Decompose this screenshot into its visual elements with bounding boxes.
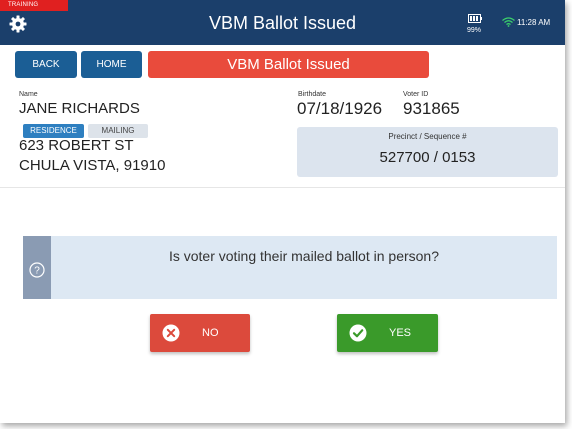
tab-residence[interactable]: RESIDENCE — [23, 124, 84, 138]
birthdate-value: 07/18/1926 — [297, 99, 383, 118]
question-text: Is voter voting their mailed ballot in p… — [168, 248, 440, 264]
yes-label: YES — [389, 327, 412, 339]
voter-name: JANE RICHARDS — [19, 100, 140, 117]
no-button[interactable]: NO — [150, 314, 250, 352]
precinct-panel: Precinct / Sequence # 527700 / 0153 — [297, 127, 558, 177]
yes-button[interactable]: YES — [337, 314, 438, 352]
precinct-value: 527700 / 0153 — [379, 149, 476, 166]
back-button[interactable]: BACK — [15, 51, 77, 78]
wifi-icon — [502, 17, 515, 27]
check-icon — [349, 324, 367, 342]
svg-text:?: ? — [34, 266, 40, 277]
voter-id-label: Voter ID — [403, 91, 429, 98]
battery-percent: 99% — [467, 27, 482, 34]
question-panel: ? Is voter voting their mailed ballot in… — [23, 236, 557, 299]
question-icon: ? — [29, 262, 45, 278]
precinct-label: Precinct / Sequence # — [388, 132, 467, 141]
voter-id-value: 931865 — [403, 99, 460, 118]
training-badge: TRAINING — [0, 0, 68, 11]
name-label: Name — [19, 91, 38, 98]
close-icon — [162, 324, 180, 342]
top-bar: TRAINING VBM Ballot Issued 99% 11:28 AM — [0, 0, 565, 45]
address-line-2: CHULA VISTA, 91910 — [19, 157, 166, 174]
birthdate-label: Birthdate — [298, 91, 327, 98]
tab-mailing[interactable]: MAILING — [88, 124, 148, 138]
no-label: NO — [202, 327, 219, 339]
app-window: TRAINING VBM Ballot Issued 99% 11:28 AM … — [0, 0, 565, 423]
clock: 11:28 AM — [517, 18, 551, 27]
home-button[interactable]: HOME — [81, 51, 142, 78]
question-strip: ? — [23, 236, 51, 299]
status-banner: VBM Ballot Issued — [148, 51, 429, 78]
address-line-1: 623 ROBERT ST — [19, 137, 134, 154]
battery-icon — [468, 14, 482, 23]
section-divider — [0, 187, 565, 188]
